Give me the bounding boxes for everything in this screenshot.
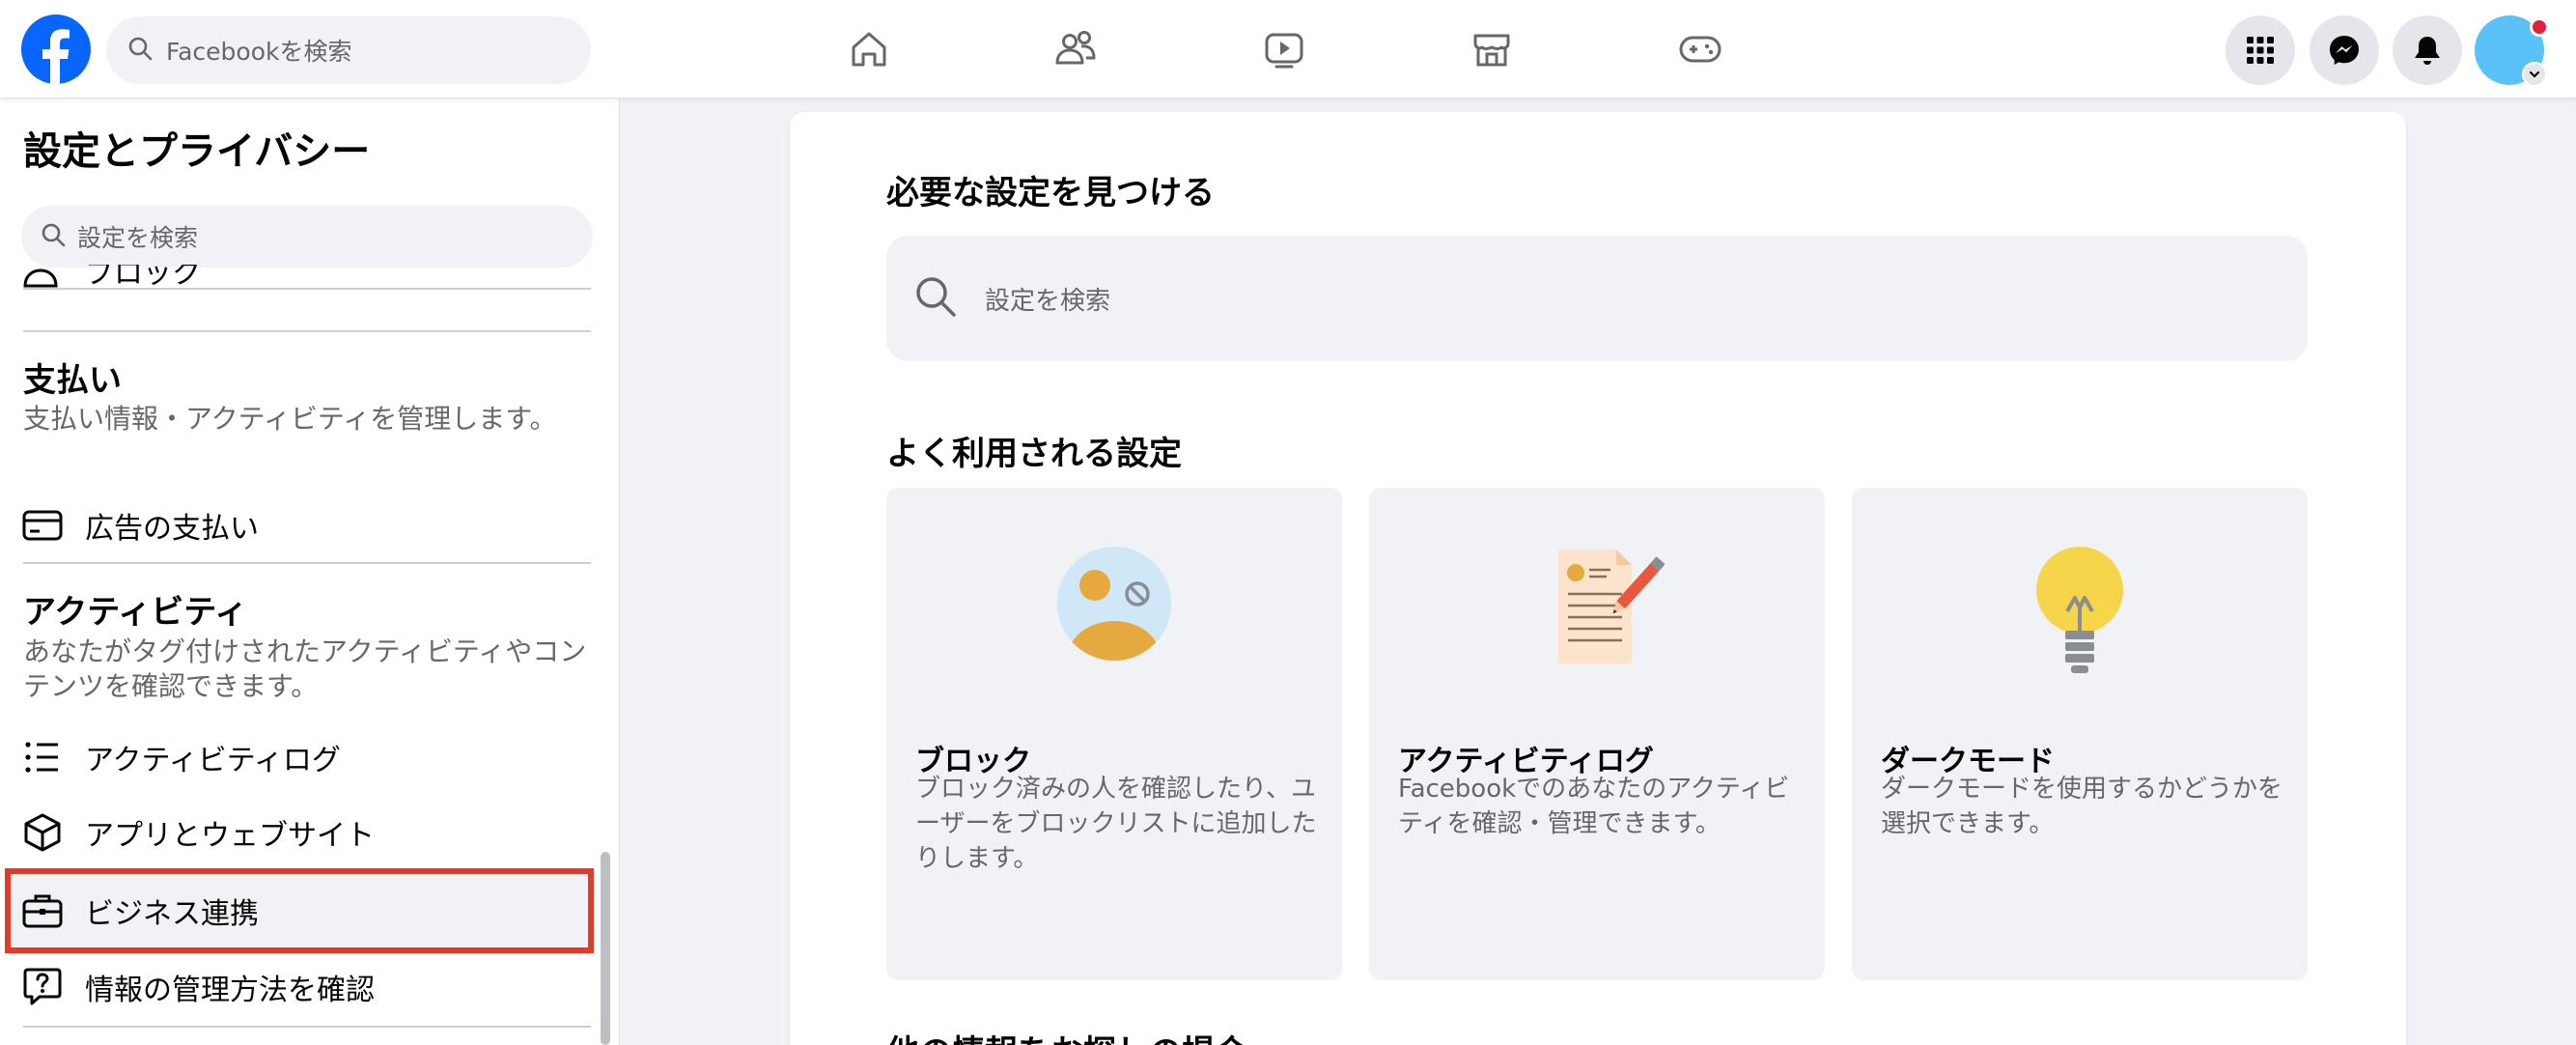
- video-icon[interactable]: [1241, 0, 1328, 99]
- sidebar-item-block[interactable]: ブロック: [21, 265, 214, 294]
- page-title: 設定とプライバシー: [23, 129, 371, 174]
- search-icon: [127, 36, 153, 65]
- sidebar-item-label: アプリとウェブサイト: [85, 819, 375, 853]
- sidebar-item-label: 広告の支払い: [85, 512, 259, 546]
- gaming-icon[interactable]: [1657, 0, 1744, 99]
- tile-description: ダークモードを使用するかどうかを選択できます。: [1881, 775, 2283, 838]
- search-placeholder: 設定を検索: [77, 224, 199, 252]
- tile-block[interactable]: ブロック ブロック済みの人を確認したり、ユーザーをブロックリストに追加したりしま…: [886, 488, 1342, 980]
- tile-description: ブロック済みの人を確認したり、ユーザーをブロックリストに追加したりします。: [915, 775, 1317, 873]
- cube-icon: [21, 811, 64, 854]
- facebook-search-input[interactable]: Facebookを検索: [106, 16, 591, 84]
- block-person-illustration: [886, 544, 1342, 679]
- sidebar-item-manage-info[interactable]: 情報の管理方法を確認: [8, 950, 591, 1024]
- tile-dark-mode[interactable]: ダークモード ダークモードを使用するかどうかを選択できます。: [1852, 488, 2308, 980]
- top-navigation-bar: Facebookを検索: [0, 0, 2576, 99]
- friends-icon[interactable]: [1032, 0, 1119, 99]
- credit-card-icon: [21, 504, 64, 547]
- document-pen-illustration: [1369, 544, 1825, 679]
- settings-search-input[interactable]: 設定を検索: [21, 206, 593, 268]
- question-bubble-icon: [21, 966, 64, 1008]
- main-settings-search-input[interactable]: 設定を検索: [886, 236, 2308, 361]
- settings-main-card: 必要な設定を見つける 設定を検索 よく利用される設定 ブロック ブロック済みの人…: [790, 112, 2406, 1045]
- sidebar-item-label: ブロック: [85, 265, 201, 291]
- popular-settings-heading: よく利用される設定: [886, 435, 1182, 473]
- sidebar-item-label: 情報の管理方法を確認: [85, 974, 375, 1007]
- briefcase-icon: [21, 890, 64, 932]
- section-description-payments: 支払い情報・アクティビティを管理します。: [23, 403, 557, 435]
- tile-activity-log[interactable]: アクティビティログ Facebookでのあなたのアクティビティを確認・管理できま…: [1369, 488, 1825, 980]
- facebook-logo-icon[interactable]: [21, 14, 91, 84]
- sidebar-item-apps-websites[interactable]: アプリとウェブサイト: [8, 796, 591, 869]
- sidebar-item-label: アクティビティログ: [85, 744, 341, 777]
- block-icon: [23, 268, 58, 288]
- messenger-icon[interactable]: [2310, 15, 2379, 85]
- sidebar-item-activity-log[interactable]: アクティビティログ: [8, 720, 591, 794]
- sidebar-item-business-integrations[interactable]: ビジネス連携: [5, 868, 594, 953]
- divider: [23, 1026, 591, 1028]
- chevron-down-icon[interactable]: [2522, 62, 2547, 87]
- marketplace-icon[interactable]: [1448, 0, 1535, 99]
- search-icon: [41, 222, 66, 251]
- search-placeholder: Facebookを検索: [166, 38, 352, 66]
- search-placeholder: 設定を検索: [985, 286, 1111, 316]
- divider: [23, 562, 591, 564]
- other-info-heading: 他の情報をお探しの場合: [886, 1026, 1247, 1045]
- section-description-activity: あなたがタグ付けされたアクティビティやコンテンツを確認できます。: [23, 635, 587, 702]
- home-icon[interactable]: [826, 0, 912, 99]
- sidebar-item-label: ビジネス連携: [85, 897, 259, 931]
- settings-sidebar: 設定とプライバシー 設定を検索 ブロック 支払い 支払い情報・アクティビティを管…: [0, 99, 620, 1045]
- section-title-payments: 支払い: [23, 361, 122, 400]
- search-icon: [913, 274, 958, 323]
- find-settings-heading: 必要な設定を見つける: [886, 174, 1215, 212]
- sidebar-scrollbar[interactable]: [601, 852, 610, 1045]
- notification-dot: [2530, 17, 2549, 37]
- divider: [23, 330, 591, 332]
- list-icon: [21, 736, 64, 778]
- lightbulb-illustration: [1852, 544, 2308, 679]
- section-title-activity: アクティビティ: [23, 593, 248, 632]
- sidebar-item-ad-payments[interactable]: 広告の支払い: [8, 489, 591, 562]
- menu-grid-icon[interactable]: [2226, 15, 2295, 85]
- bell-icon[interactable]: [2393, 15, 2462, 85]
- tile-description: Facebookでのあなたのアクティビティを確認・管理できます。: [1398, 775, 1790, 838]
